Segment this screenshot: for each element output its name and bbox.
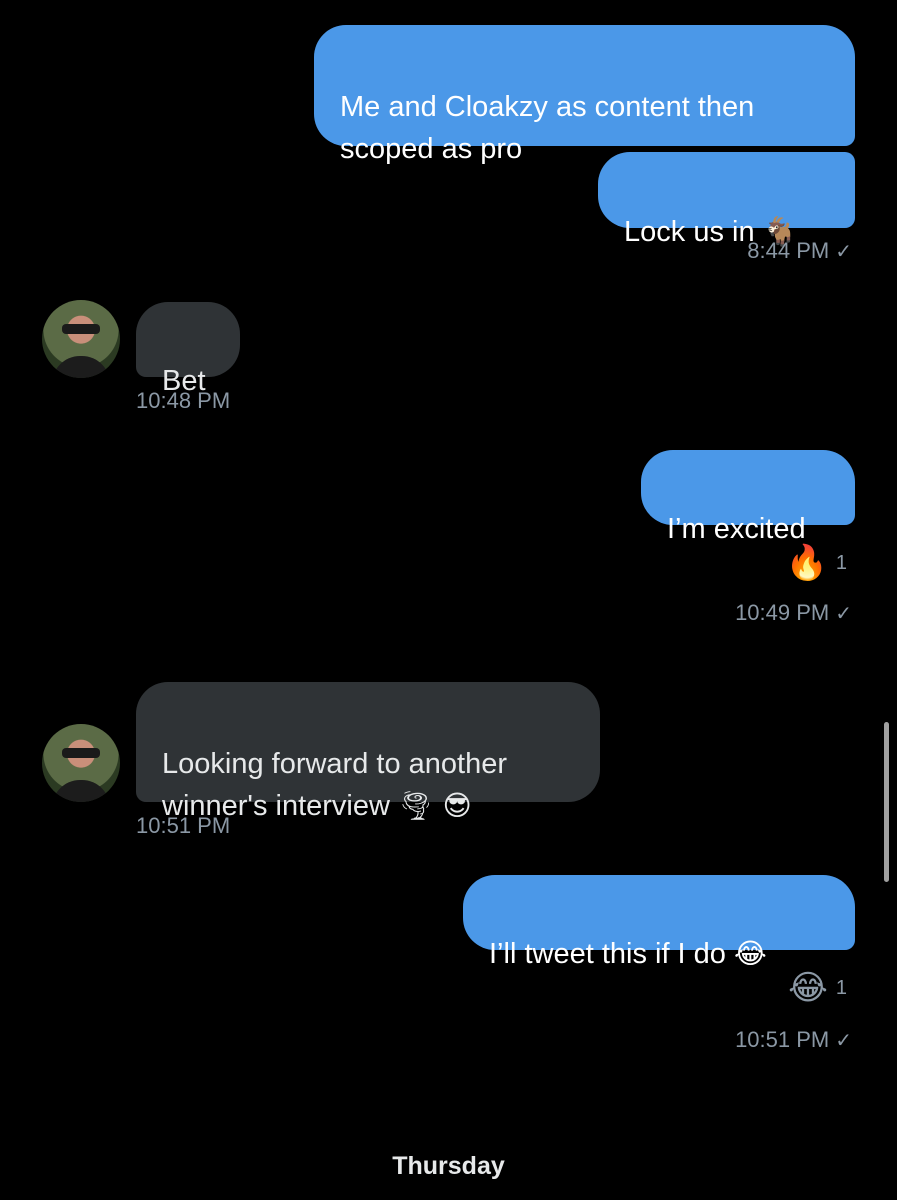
message-text: I’m excited — [667, 513, 806, 545]
message-reaction[interactable]: 🔥 1 — [786, 543, 847, 583]
read-receipt-check-icon: ✓ — [835, 603, 852, 625]
message-text: Lock us in — [624, 216, 763, 248]
message-thread: Me and Cloakzy as content then scoped as… — [0, 0, 897, 1200]
reaction-count: 1 — [835, 551, 847, 574]
message-timestamp: 10:51 PM ✓ — [735, 1027, 852, 1052]
message-text: I’ll tweet this if I do — [489, 938, 734, 970]
outgoing-message-bubble[interactable]: I’ll tweet this if I do 😂 — [463, 875, 855, 970]
incoming-message-bubble[interactable]: Bet — [136, 302, 240, 397]
avatar[interactable] — [42, 300, 120, 378]
laughing-emoji-icon: 😂 — [734, 937, 767, 970]
scrollbar[interactable] — [884, 722, 889, 882]
fire-emoji-icon: 🔥 — [785, 543, 828, 583]
read-receipt-check-icon: ✓ — [835, 1030, 852, 1052]
outgoing-message-bubble[interactable]: Me and Cloakzy as content then scoped as… — [314, 25, 855, 165]
message-timestamp: 10:51 PM — [136, 813, 231, 838]
read-receipt-check-icon: ✓ — [835, 241, 852, 263]
tornado-sunglasses-emoji-icon: 🌪 😎 — [398, 789, 472, 822]
avatar-sunglasses-detail — [62, 324, 100, 334]
message-timestamp: 10:48 PM — [136, 388, 231, 413]
message-reaction[interactable]: 😂 1 — [788, 968, 847, 1008]
reaction-count: 1 — [835, 976, 847, 999]
outgoing-message-bubble[interactable]: Lock us in 🐐 — [598, 152, 855, 248]
outgoing-message-bubble[interactable]: I’m excited — [641, 450, 855, 545]
avatar[interactable] — [42, 724, 120, 802]
laughing-emoji-icon: 😂 — [788, 968, 828, 1008]
day-separator: Thursday — [392, 1152, 505, 1180]
avatar-sunglasses-detail — [62, 748, 100, 758]
avatar-shirt-detail — [52, 356, 110, 378]
message-timestamp: 8:44 PM ✓ — [747, 238, 852, 263]
message-timestamp: 10:49 PM ✓ — [735, 600, 852, 625]
incoming-message-bubble[interactable]: Looking forward to another winner's inte… — [136, 682, 600, 822]
avatar-shirt-detail — [52, 780, 110, 802]
